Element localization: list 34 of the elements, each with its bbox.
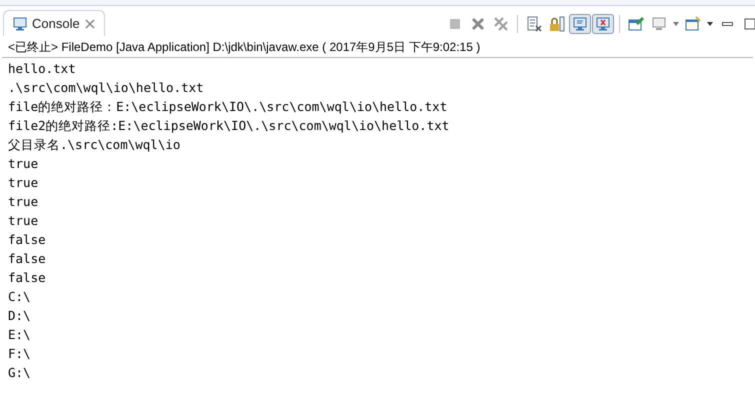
console-line: file2的绝对路径:E:\eclipseWork\IO\.\src\com\wql\io\hello.txt [8,117,450,135]
console-line: true [8,155,40,173]
console-line: false [8,269,47,287]
maximize-icon [742,16,755,32]
show-stdout-button[interactable] [569,14,591,34]
console-line: file的绝对路径：E:\eclipseWork\IO\.\src\com\wql\io\hello.txt [8,98,448,116]
console-line: .\src\com\wql\io\hello.txt [8,79,205,97]
console-line: hello.txt [8,60,77,78]
stop-icon [447,16,463,32]
console-line: F:\ [8,345,32,363]
console-line: true [8,174,40,192]
process-status: <已终止> FileDemo [Java Application] D:\jdk\bin\javaw.exe ( 2017年9月5日 下午9:02:15 ) [8,38,480,56]
pin-icon [628,16,644,32]
console-line: G:\ [8,364,32,382]
new-window-icon [685,16,701,32]
double-x-icon [493,16,509,32]
console-line: false [8,250,47,268]
minimize-icon [722,22,732,26]
monitor-icon [12,16,28,32]
close-icon [470,16,486,32]
monitor-icon [651,16,667,32]
console-tab[interactable]: Console [3,10,105,36]
document-icon [526,16,542,32]
lock-icon [549,16,565,32]
console-line: E:\ [8,326,32,344]
monitor-icon [572,16,588,32]
console-line: C:\ [8,288,32,306]
console-line: false [8,231,47,249]
show-stderr-button[interactable] [592,14,614,34]
console-line: true [8,193,40,211]
console-line: 父目录名.\src\com\wql\io [8,136,182,154]
console-line: D:\ [8,307,32,325]
console-line: true [8,212,40,230]
monitor-icon [595,16,611,32]
